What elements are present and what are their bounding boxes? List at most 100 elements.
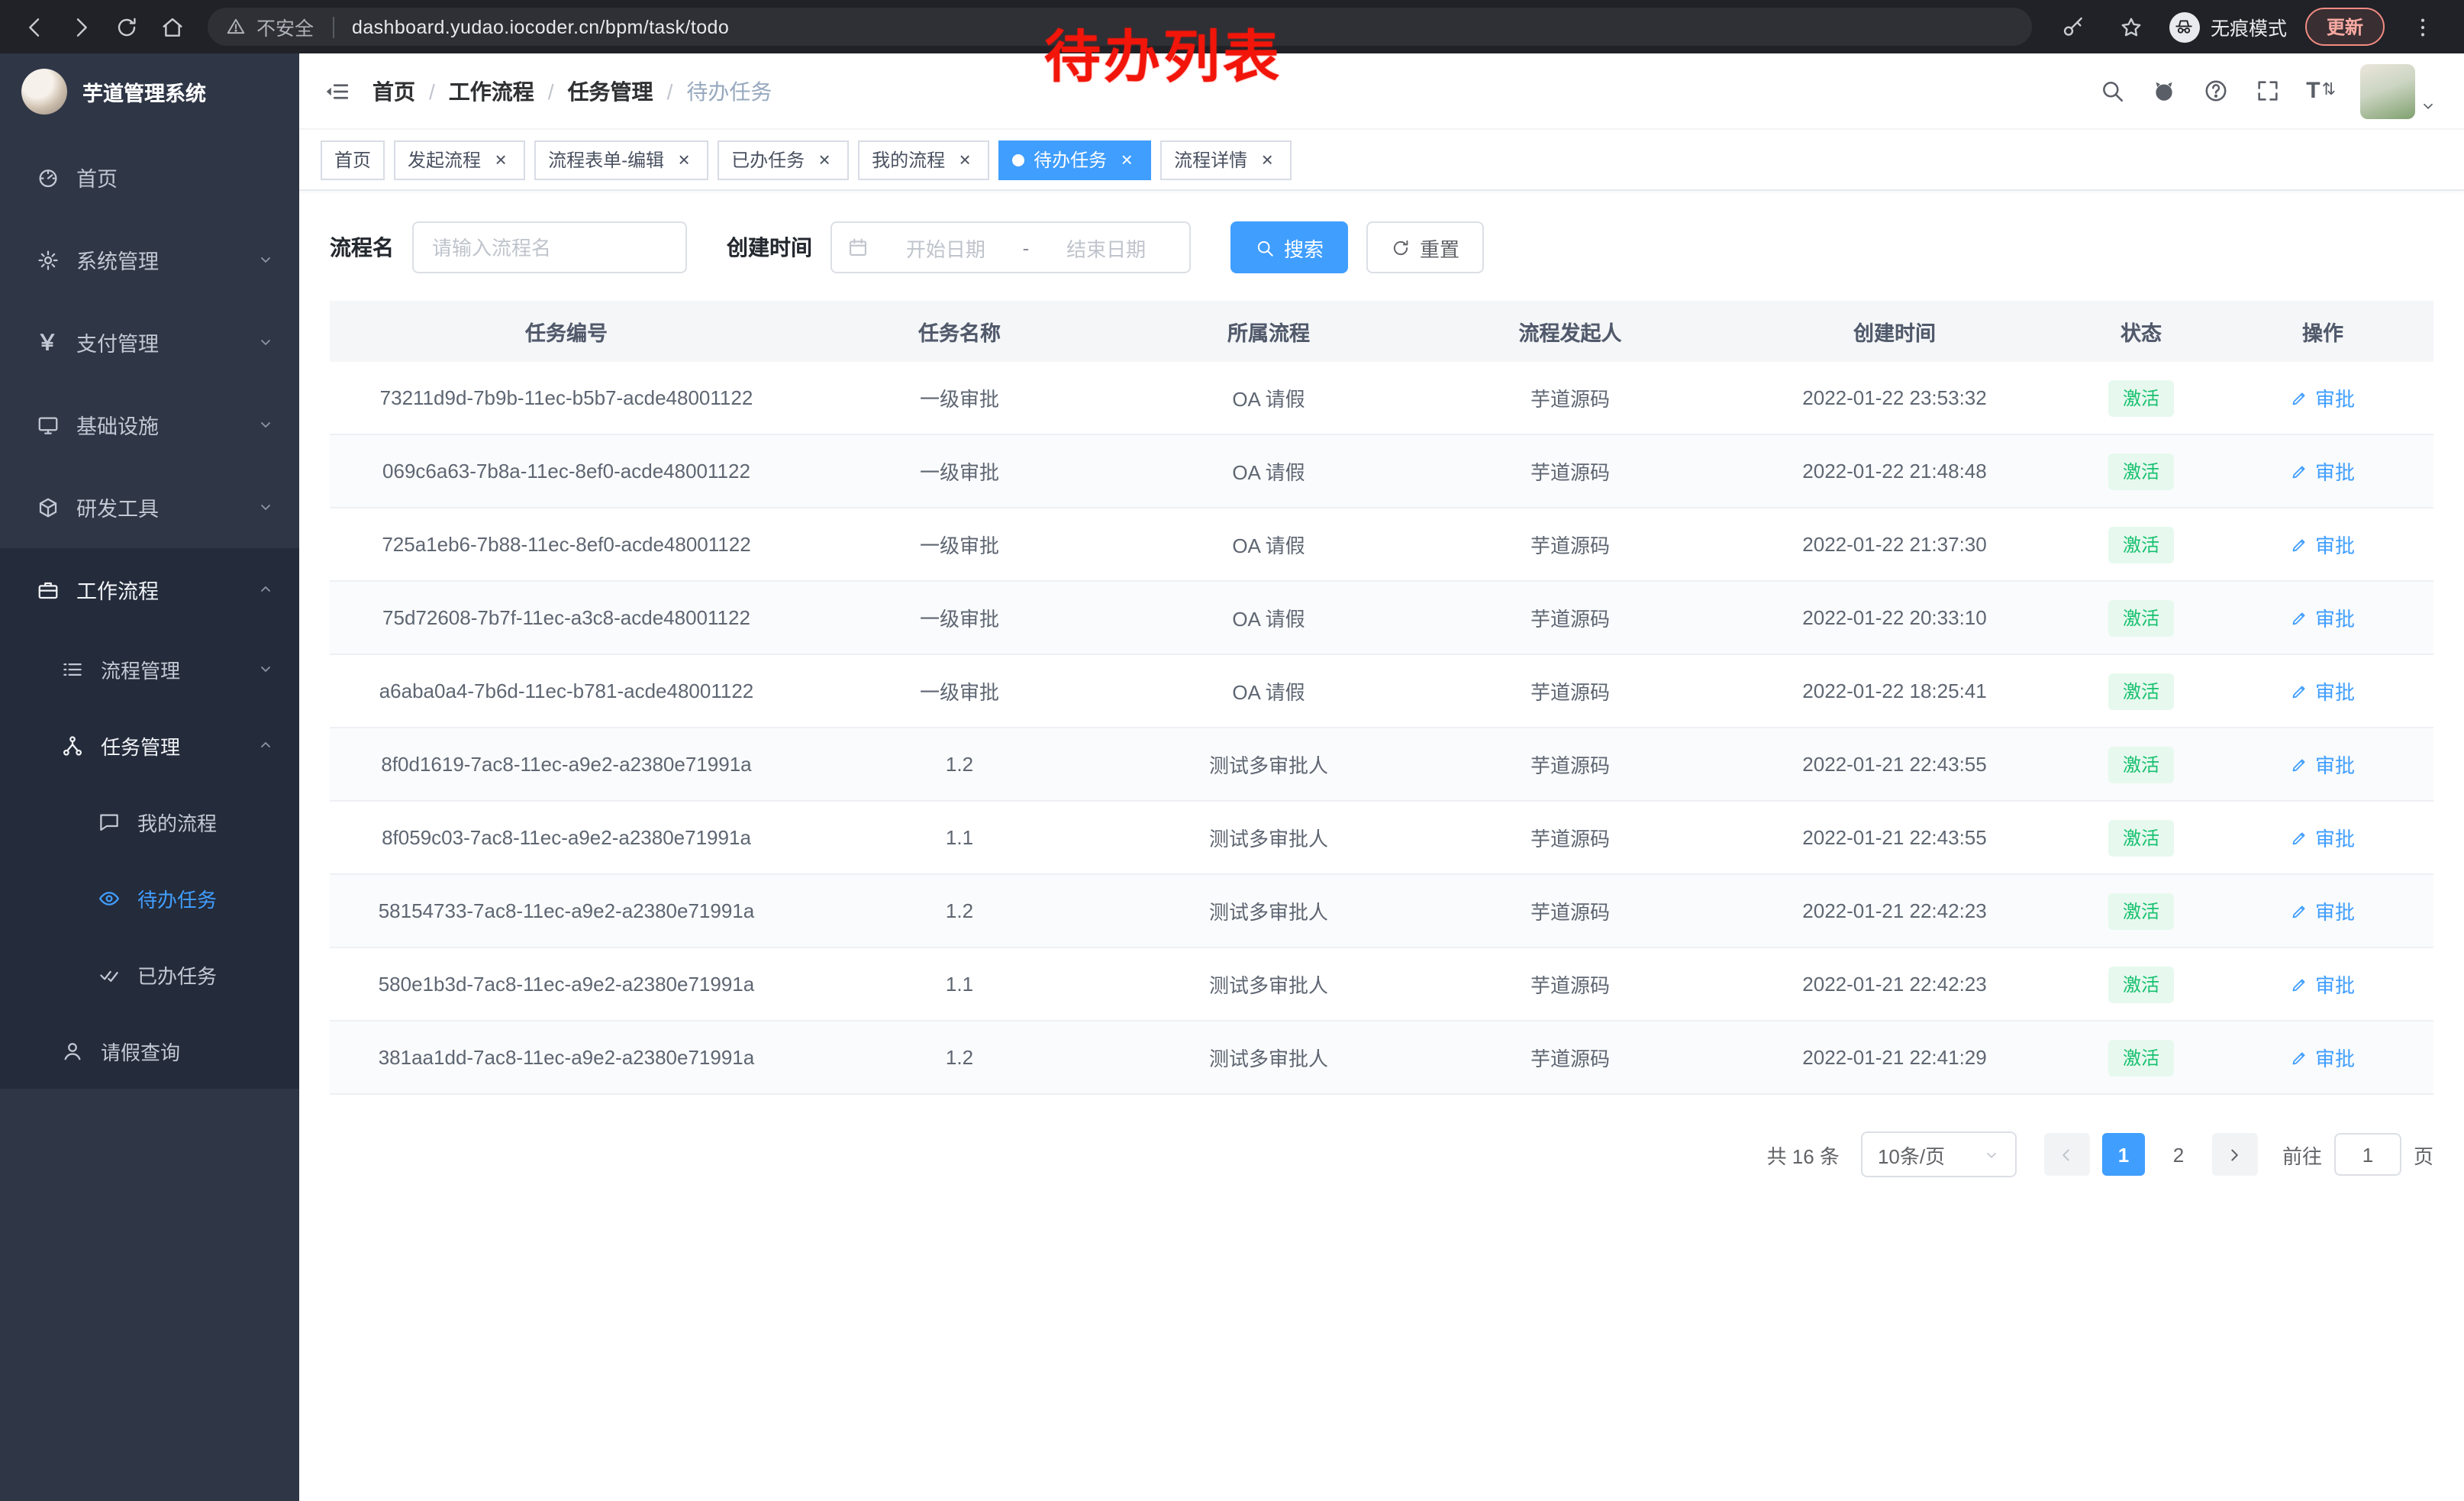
approve-link[interactable]: 审批	[2291, 1043, 2355, 1072]
cell-task-id: 8f059c03-7ac8-11ec-a9e2-a2380e71991a	[330, 826, 803, 849]
cell-starter: 芋道源码	[1421, 750, 1719, 779]
cell-task-name: 一级审批	[803, 603, 1116, 632]
page-size-select[interactable]: 10条/页	[1861, 1131, 2017, 1177]
sidebar-item-label: 工作流程	[76, 574, 256, 605]
breadcrumb-item[interactable]: 任务管理	[568, 76, 653, 106]
breadcrumb-item[interactable]: 首页	[373, 76, 415, 106]
chevron-down-icon	[256, 250, 275, 269]
eye-icon	[95, 886, 122, 909]
page-unit-label: 页	[2414, 1140, 2433, 1169]
tab-create-process[interactable]: 发起流程×	[394, 140, 525, 179]
reload-icon[interactable]	[107, 7, 147, 47]
tab-todo-tasks[interactable]: 待办任务×	[998, 140, 1151, 179]
chevron-left-icon	[2057, 1144, 2077, 1164]
home-icon[interactable]	[153, 7, 192, 47]
approve-link[interactable]: 审批	[2291, 823, 2355, 852]
process-name-input[interactable]	[412, 221, 687, 273]
sidebar-item-workflow[interactable]: 工作流程	[0, 548, 299, 631]
sidebar-item-process-mgmt[interactable]: 流程管理	[0, 631, 299, 707]
tab-process-detail[interactable]: 流程详情×	[1160, 140, 1292, 179]
start-date-placeholder[interactable]: 开始日期	[878, 233, 1014, 262]
pagination: 共 16 条 10条/页 12 前往 页	[330, 1131, 2433, 1177]
date-range-picker[interactable]: 开始日期 - 结束日期	[830, 221, 1191, 273]
sidebar-item-todo-task[interactable]: 待办任务	[0, 860, 299, 936]
sidebar-item-my-process[interactable]: 我的流程	[0, 783, 299, 860]
chevron-down-icon[interactable]	[2420, 97, 2437, 114]
tab-done-tasks[interactable]: 已办任务×	[718, 140, 849, 179]
goto-page-input[interactable]	[2334, 1133, 2401, 1176]
cell-action: 审批	[2212, 457, 2433, 486]
address-bar[interactable]: 不安全 dashboard.yudao.iocoder.cn/bpm/task/…	[208, 8, 2032, 46]
search-icon[interactable]	[2098, 78, 2124, 104]
warning-icon	[226, 17, 246, 37]
gear-icon	[34, 248, 61, 271]
sidebar-item-system[interactable]: 系统管理	[0, 218, 299, 301]
breadcrumb-item[interactable]: 工作流程	[449, 76, 534, 106]
sidebar-fold-icon[interactable]	[324, 77, 351, 105]
cell-task-name: 一级审批	[803, 676, 1116, 705]
status-badge: 激活	[2109, 746, 2173, 783]
approve-link[interactable]: 审批	[2291, 970, 2355, 999]
status-badge: 激活	[2109, 599, 2173, 636]
back-icon[interactable]	[15, 7, 55, 47]
cell-created-time: 2022-01-21 22:43:55	[1719, 753, 2070, 776]
tags-view: 首页发起流程×流程表单-编辑× 已办任务×我的流程×待办任务×流程详情×	[299, 130, 2464, 191]
tab-my-process[interactable]: 我的流程×	[858, 140, 989, 179]
forward-icon[interactable]	[61, 7, 101, 47]
sidebar-item-home[interactable]: 首页	[0, 136, 299, 218]
chevron-up-icon	[256, 736, 275, 754]
bookmark-star-icon[interactable]	[2111, 7, 2151, 47]
app-logo[interactable]: 芋道管理系统	[0, 53, 299, 130]
column-header: 状态	[2070, 316, 2212, 347]
github-icon[interactable]	[2150, 78, 2176, 104]
page-button-1[interactable]: 1	[2102, 1133, 2145, 1176]
reset-button[interactable]: 重置	[1366, 221, 1484, 273]
close-icon[interactable]: ×	[814, 149, 835, 170]
goto-page: 前往 页	[2282, 1133, 2433, 1176]
approve-link[interactable]: 审批	[2291, 676, 2355, 705]
cell-process: OA 请假	[1116, 383, 1421, 412]
end-date-placeholder[interactable]: 结束日期	[1038, 233, 1174, 262]
sidebar-item-done-task[interactable]: 已办任务	[0, 936, 299, 1012]
sidebar-item-task-mgmt[interactable]: 任务管理	[0, 707, 299, 783]
update-button[interactable]: 更新	[2305, 8, 2385, 46]
font-size-icon[interactable]: T⇅	[2306, 79, 2336, 102]
sidebar-item-leave-query[interactable]: 请假查询	[0, 1012, 299, 1089]
cell-created-time: 2022-01-22 18:25:41	[1719, 679, 2070, 702]
approve-link[interactable]: 审批	[2291, 896, 2355, 925]
cell-starter: 芋道源码	[1421, 1043, 1719, 1072]
approve-link[interactable]: 审批	[2291, 530, 2355, 559]
key-icon[interactable]	[2053, 7, 2093, 47]
sidebar-item-payment[interactable]: ￥支付管理	[0, 301, 299, 383]
chevron-right-icon	[2225, 1144, 2245, 1164]
close-icon[interactable]: ×	[1256, 149, 1278, 170]
cell-action: 审批	[2212, 823, 2433, 852]
fullscreen-icon[interactable]	[2254, 78, 2280, 104]
cell-created-time: 2022-01-22 23:53:32	[1719, 386, 2070, 409]
cell-task-id: 725a1eb6-7b88-11ec-8ef0-acde48001122	[330, 533, 803, 556]
sidebar-item-devtools[interactable]: 研发工具	[0, 466, 299, 548]
close-icon[interactable]: ×	[954, 149, 976, 170]
menu-dots-icon[interactable]	[2403, 7, 2443, 47]
tab-form-edit[interactable]: 流程表单-编辑×	[534, 140, 708, 179]
help-icon[interactable]	[2202, 78, 2228, 104]
close-icon[interactable]: ×	[673, 149, 695, 170]
close-icon[interactable]: ×	[490, 149, 511, 170]
approve-link[interactable]: 审批	[2291, 457, 2355, 486]
close-icon[interactable]: ×	[1116, 149, 1137, 170]
briefcase-icon	[34, 578, 61, 601]
tab-home[interactable]: 首页	[321, 140, 385, 179]
cell-action: 审批	[2212, 676, 2433, 705]
sidebar: 芋道管理系统 首页系统管理￥支付管理基础设施研发工具工作流程流程管理任务管理我的…	[0, 53, 299, 1501]
approve-link[interactable]: 审批	[2291, 383, 2355, 412]
page-button-2[interactable]: 2	[2157, 1133, 2200, 1176]
approve-link[interactable]: 审批	[2291, 750, 2355, 779]
cell-status: 激活	[2070, 526, 2212, 563]
sidebar-item-infra[interactable]: 基础设施	[0, 383, 299, 466]
prev-page-button[interactable]	[2044, 1133, 2090, 1176]
search-button[interactable]: 搜索	[1230, 221, 1348, 273]
avatar[interactable]	[2360, 63, 2415, 118]
cell-task-name: 一级审批	[803, 457, 1116, 486]
next-page-button[interactable]	[2212, 1133, 2258, 1176]
approve-link[interactable]: 审批	[2291, 603, 2355, 632]
